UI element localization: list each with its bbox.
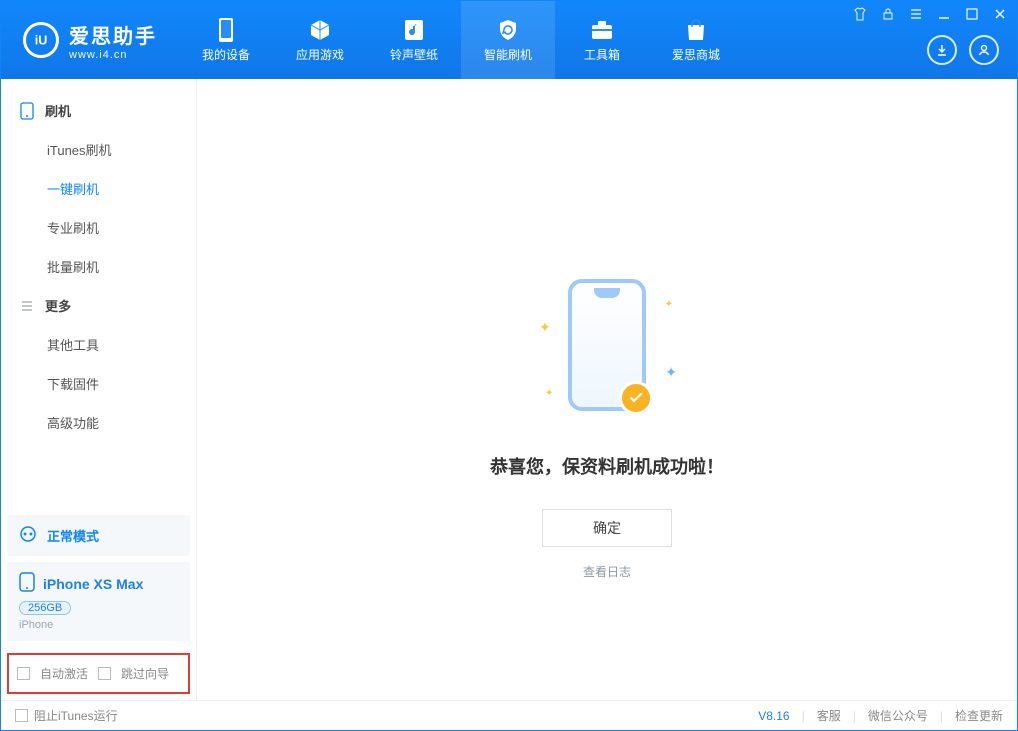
cube-icon xyxy=(308,18,332,42)
sidebar-item-batch-flash[interactable]: 批量刷机 xyxy=(1,247,196,286)
content-area: ✦ ✦ ✦ ✦ 恭喜您，保资料刷机成功啦！ 确定 查看日志 xyxy=(197,79,1017,700)
sidebar-items: 刷机 iTunes刷机 一键刷机 专业刷机 批量刷机 更多 其他工具 下载固件 … xyxy=(1,79,196,509)
checkbox-label: 自动激活 xyxy=(40,665,88,682)
sidebar-category-flash: 刷机 xyxy=(1,91,196,130)
main-tabbar: 我的设备 应用游戏 铃声壁纸 智能刷机 工具箱 爱思商城 xyxy=(179,1,743,79)
logo-block: iU 爱思助手 www.i4.cn xyxy=(1,1,179,79)
success-illustration: ✦ ✦ ✦ ✦ xyxy=(527,279,687,429)
view-log-link[interactable]: 查看日志 xyxy=(583,563,631,580)
separator: | xyxy=(940,709,943,723)
tab-label: 爱思商城 xyxy=(672,46,720,63)
success-check-icon xyxy=(619,381,653,415)
maximize-icon[interactable] xyxy=(965,7,979,21)
footer-link-service[interactable]: 客服 xyxy=(817,707,841,724)
tab-store[interactable]: 爱思商城 xyxy=(649,1,743,79)
app-window: iU 爱思助手 www.i4.cn 我的设备 应用游戏 铃声壁纸 智能刷 xyxy=(0,0,1018,731)
tab-label: 铃声壁纸 xyxy=(390,46,438,63)
tshirt-icon[interactable] xyxy=(853,7,867,21)
footer: 阻止iTunes运行 V8.16 | 客服 | 微信公众号 | 检查更新 xyxy=(1,700,1017,730)
app-logo-icon: iU xyxy=(23,22,59,58)
app-name: 爱思助手 xyxy=(69,20,157,49)
user-icon[interactable] xyxy=(969,35,999,65)
tab-label: 智能刷机 xyxy=(484,46,532,63)
option-checkrow: 自动激活 跳过向导 xyxy=(7,653,190,694)
sidebar: 刷机 iTunes刷机 一键刷机 专业刷机 批量刷机 更多 其他工具 下载固件 … xyxy=(1,79,197,700)
device-panel[interactable]: iPhone XS Max 256GB iPhone xyxy=(7,562,190,641)
mode-icon xyxy=(19,525,37,546)
checkbox-block-itunes[interactable] xyxy=(15,709,28,722)
sidebar-item-oneclick-flash[interactable]: 一键刷机 xyxy=(1,169,196,208)
sidebar-item-pro-flash[interactable]: 专业刷机 xyxy=(1,208,196,247)
mode-panel[interactable]: 正常模式 xyxy=(7,515,190,556)
tab-label: 工具箱 xyxy=(584,46,620,63)
menu-icon[interactable] xyxy=(909,7,923,21)
tab-smart-flash[interactable]: 智能刷机 xyxy=(461,1,555,79)
footer-link-update[interactable]: 检查更新 xyxy=(955,707,1003,724)
checkbox-auto-activate[interactable] xyxy=(17,667,30,680)
footer-link-wechat[interactable]: 微信公众号 xyxy=(868,707,928,724)
sidebar-category-more: 更多 xyxy=(1,286,196,325)
tab-ringtone-wallpaper[interactable]: 铃声壁纸 xyxy=(367,1,461,79)
body: 刷机 iTunes刷机 一键刷机 专业刷机 批量刷机 更多 其他工具 下载固件 … xyxy=(1,79,1017,700)
tab-toolbox[interactable]: 工具箱 xyxy=(555,1,649,79)
app-site: www.i4.cn xyxy=(69,49,157,61)
sidebar-item-advanced[interactable]: 高级功能 xyxy=(1,403,196,442)
ok-button[interactable]: 确定 xyxy=(542,509,672,547)
device-type: iPhone xyxy=(19,619,178,631)
device-icon xyxy=(214,18,238,42)
tab-my-device[interactable]: 我的设备 xyxy=(179,1,273,79)
close-icon[interactable] xyxy=(993,7,1007,21)
separator: | xyxy=(853,709,856,723)
sparkle-icon: ✦ xyxy=(539,319,551,336)
download-icon[interactable] xyxy=(927,35,957,65)
sidebar-category-label: 更多 xyxy=(45,296,71,315)
checkbox-skip-guide[interactable] xyxy=(98,667,111,680)
music-note-icon xyxy=(402,18,426,42)
phone-icon xyxy=(19,103,35,119)
separator: | xyxy=(802,709,805,723)
lock-icon[interactable] xyxy=(881,7,895,21)
mode-label: 正常模式 xyxy=(47,526,99,545)
header: iU 爱思助手 www.i4.cn 我的设备 应用游戏 铃声壁纸 智能刷 xyxy=(1,1,1017,79)
sidebar-category-label: 刷机 xyxy=(45,101,71,120)
checkbox-label: 跳过向导 xyxy=(121,665,169,682)
system-buttons xyxy=(853,7,1007,21)
success-message: 恭喜您，保资料刷机成功啦！ xyxy=(490,453,724,479)
tab-label: 应用游戏 xyxy=(296,46,344,63)
sidebar-item-download-firmware[interactable]: 下载固件 xyxy=(1,364,196,403)
version-label: V8.16 xyxy=(758,709,789,723)
shield-refresh-icon xyxy=(496,18,520,42)
shopping-bag-icon xyxy=(684,18,708,42)
minimize-icon[interactable] xyxy=(937,7,951,21)
sparkle-icon: ✦ xyxy=(665,364,677,381)
sidebar-item-itunes-flash[interactable]: iTunes刷机 xyxy=(1,130,196,169)
list-icon xyxy=(19,298,35,314)
header-circle-buttons xyxy=(927,35,999,65)
device-storage-badge: 256GB xyxy=(19,601,71,615)
svg-text:iU: iU xyxy=(35,34,48,48)
sparkle-icon: ✦ xyxy=(665,299,673,310)
toolbox-icon xyxy=(590,18,614,42)
sparkle-icon: ✦ xyxy=(545,388,553,399)
sidebar-item-other-tools[interactable]: 其他工具 xyxy=(1,325,196,364)
tab-apps-games[interactable]: 应用游戏 xyxy=(273,1,367,79)
tab-label: 我的设备 xyxy=(202,46,250,63)
footer-left: 阻止iTunes运行 xyxy=(15,707,758,724)
device-name: iPhone XS Max xyxy=(43,576,143,592)
checkbox-label: 阻止iTunes运行 xyxy=(34,707,118,724)
device-phone-icon xyxy=(19,572,35,595)
